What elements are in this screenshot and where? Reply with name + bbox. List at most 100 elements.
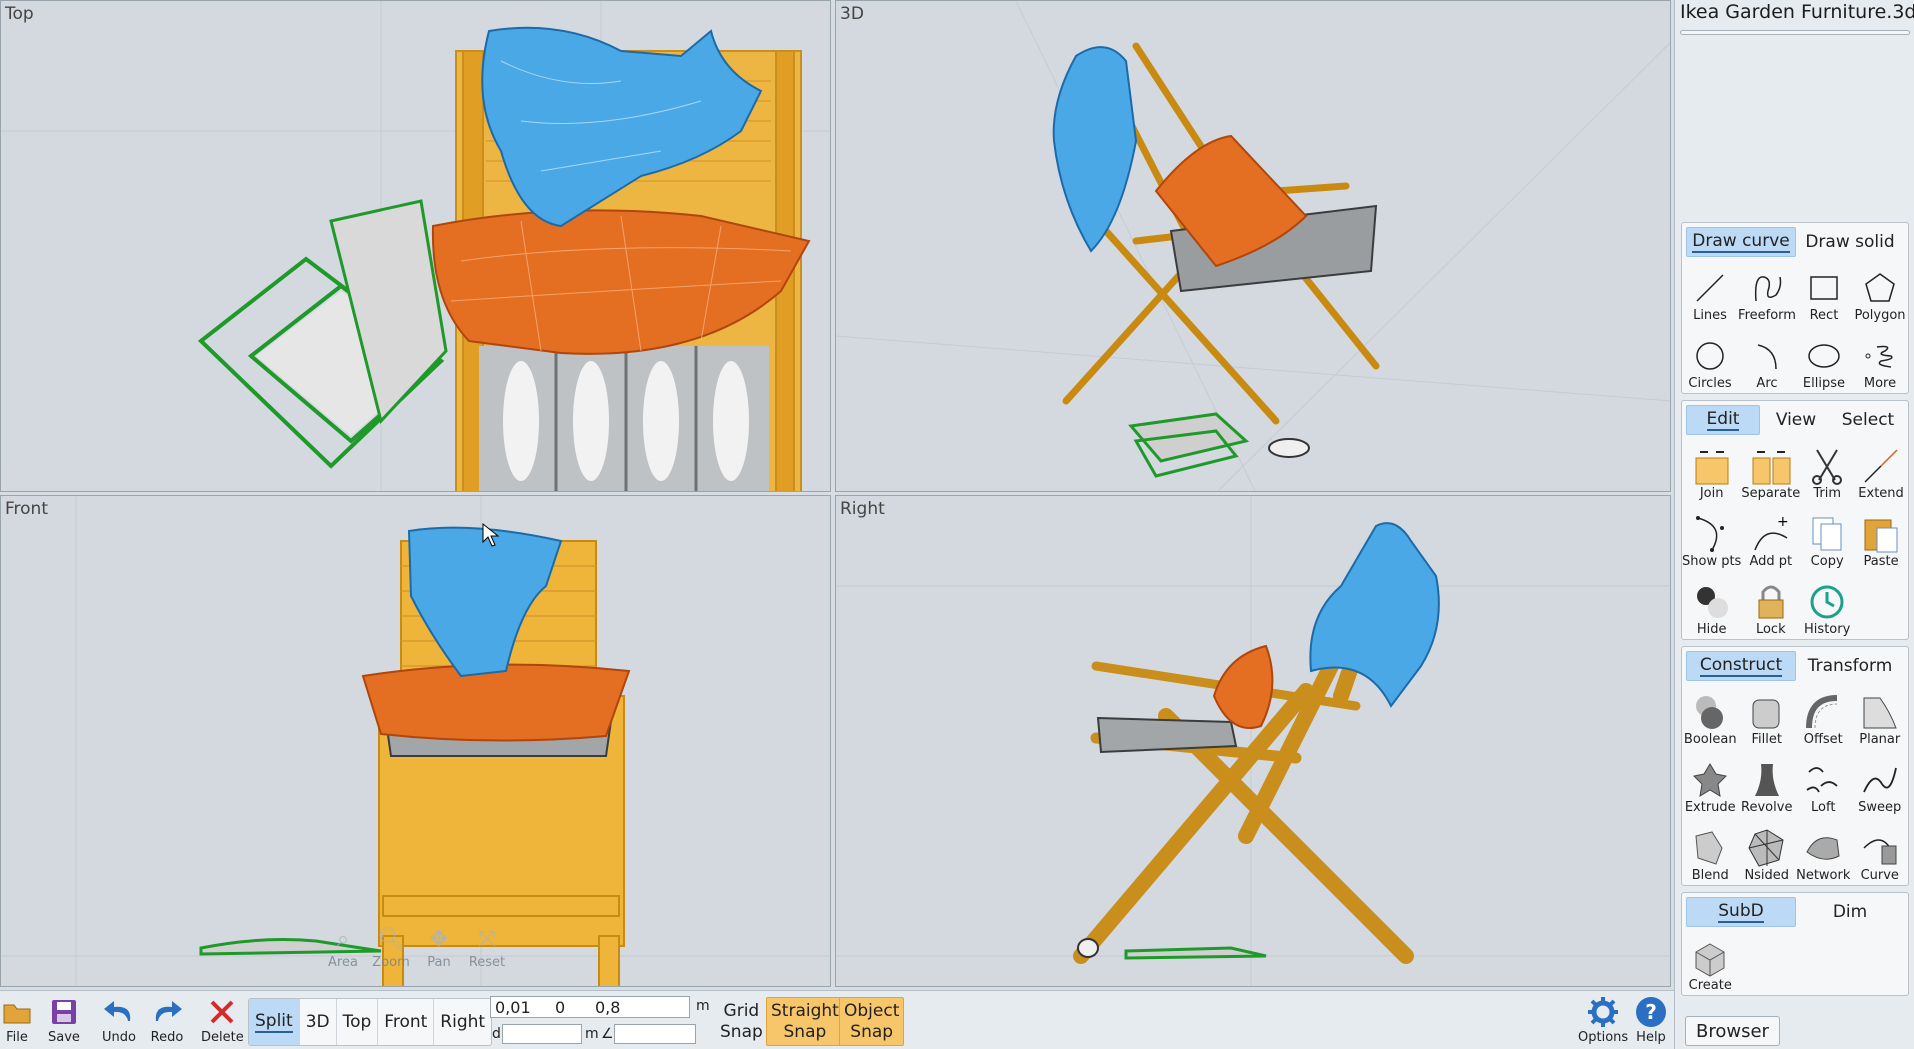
extrude-tool[interactable]: Extrude: [1682, 751, 1739, 819]
folder-icon: [3, 1004, 31, 1024]
redo-button[interactable]: Redo: [150, 994, 184, 1045]
book-3d: [1128, 412, 1250, 478]
viewport-top[interactable]: Top: [0, 0, 831, 492]
hide-spheres-icon: [1696, 587, 1728, 618]
create-subd-tool[interactable]: Create: [1682, 929, 1739, 997]
polygon-tool[interactable]: Polygon: [1852, 259, 1908, 327]
network-tool[interactable]: Network: [1795, 819, 1852, 887]
join-tool[interactable]: Join: [1682, 437, 1741, 505]
tab-select[interactable]: Select: [1832, 405, 1904, 435]
gear-icon: [1588, 997, 1619, 1027]
tab-draw-solid[interactable]: Draw solid: [1796, 227, 1904, 257]
file-button[interactable]: File: [2, 994, 32, 1045]
right-view-scene: [836, 496, 1670, 986]
copy-icon: [1812, 517, 1842, 551]
add-pt-tool[interactable]: + Add pt: [1741, 505, 1800, 573]
tab-construct[interactable]: Construct: [1686, 651, 1796, 681]
tab-split[interactable]: Split: [249, 999, 300, 1045]
tab-top[interactable]: Top: [337, 999, 379, 1045]
history-tool[interactable]: History: [1800, 573, 1854, 641]
sweep-icon: [1862, 767, 1897, 793]
save-button[interactable]: Save: [48, 994, 80, 1045]
nav-pan[interactable]: ✥ Pan: [418, 925, 460, 970]
tab-3d[interactable]: 3D: [300, 999, 337, 1045]
separate-tool[interactable]: Separate: [1741, 437, 1800, 505]
boolean-tool[interactable]: Boolean: [1682, 683, 1739, 751]
show-pts-tool[interactable]: Show pts: [1682, 505, 1741, 573]
blend-tool[interactable]: Blend: [1682, 819, 1739, 887]
object-snap-toggle[interactable]: Object Snap: [839, 997, 905, 1046]
curve-tool[interactable]: Curve: [1852, 819, 1909, 887]
title-scrollbar[interactable]: [1680, 30, 1910, 35]
tab-draw-curve[interactable]: Draw curve: [1686, 227, 1796, 257]
circles-tool[interactable]: Circles: [1682, 327, 1738, 395]
more-tool[interactable]: More: [1852, 327, 1908, 395]
copy-tool[interactable]: Copy: [1800, 505, 1854, 573]
view-layout-tabs: Split 3D Top Front Right: [248, 998, 493, 1046]
front-view-scene: [1, 496, 830, 986]
freeform-tool[interactable]: Freeform: [1738, 259, 1796, 327]
planar-icon: [1863, 697, 1897, 729]
options-button[interactable]: Options: [1578, 994, 1628, 1045]
fillet-tool[interactable]: Fillet: [1739, 683, 1796, 751]
tab-view[interactable]: View: [1760, 405, 1832, 435]
nsided-icon: [1748, 829, 1784, 867]
coord-unit: m: [696, 998, 710, 1014]
grid-snap-toggle[interactable]: Grid Snap: [716, 997, 767, 1046]
ellipse-tool[interactable]: Ellipse: [1796, 327, 1852, 395]
rect-tool[interactable]: Rect: [1796, 259, 1852, 327]
svg-text:+: +: [1777, 514, 1789, 530]
help-question-icon: ?: [1636, 997, 1666, 1027]
tab-edit[interactable]: Edit: [1686, 405, 1760, 435]
network-icon: [1806, 837, 1840, 860]
angle-field[interactable]: [614, 1024, 696, 1044]
undo-button[interactable]: Undo: [102, 994, 136, 1045]
tab-front[interactable]: Front: [378, 999, 435, 1045]
draw-group: Draw curve Draw solid Lines Freeform Rec…: [1681, 222, 1909, 394]
paste-tool[interactable]: Paste: [1854, 505, 1908, 573]
viewport-3d[interactable]: 3D: [835, 0, 1671, 492]
lock-icon: [1758, 585, 1784, 619]
hide-tool[interactable]: Hide: [1682, 573, 1741, 641]
subd-cube-icon: [1695, 943, 1725, 977]
revolve-tool[interactable]: Revolve: [1739, 751, 1796, 819]
lock-tool[interactable]: Lock: [1741, 573, 1800, 641]
tab-dim[interactable]: Dim: [1796, 897, 1904, 927]
zoom-icon: 🔍︎: [377, 927, 405, 952]
reset-view-icon: ⤧: [478, 927, 496, 952]
straight-snap-toggle[interactable]: Straight Snap: [766, 997, 844, 1046]
viewport-front[interactable]: Front: [0, 495, 831, 987]
extend-tool[interactable]: Extend: [1854, 437, 1908, 505]
distance-field[interactable]: [502, 1024, 582, 1044]
scissors-icon: [1812, 449, 1843, 485]
svg-text:?: ?: [1645, 1000, 1657, 1024]
nav-reset[interactable]: ⤧ Reset: [466, 925, 508, 970]
viewport-label-right: Right: [840, 499, 885, 519]
tab-transform[interactable]: Transform: [1796, 651, 1904, 681]
planar-tool[interactable]: Planar: [1852, 683, 1909, 751]
tab-subd[interactable]: SubD: [1686, 897, 1796, 927]
nav-zoom[interactable]: 🔍︎ Zoom: [370, 925, 412, 970]
loft-tool[interactable]: Loft: [1795, 751, 1852, 819]
line-icon: [1696, 274, 1724, 302]
cup-3d: [1268, 438, 1310, 458]
navigation-controls: ⌕ Area 🔍︎ Zoom ✥ Pan ⤧ Reset: [322, 925, 508, 970]
back-cushion-right: [1212, 644, 1274, 729]
arc-tool[interactable]: Arc: [1738, 327, 1796, 395]
offset-tool[interactable]: Offset: [1795, 683, 1852, 751]
lines-tool[interactable]: Lines: [1682, 259, 1738, 327]
nav-area[interactable]: ⌕ Area: [322, 925, 364, 970]
help-button[interactable]: ? Help: [1634, 994, 1668, 1045]
trim-tool[interactable]: Trim: [1800, 437, 1854, 505]
coord-y: 0: [555, 997, 566, 1017]
magnify-area-icon: ⌕: [336, 927, 350, 952]
pan-arrows-icon: ✥: [429, 927, 449, 952]
sweep-tool[interactable]: Sweep: [1852, 751, 1909, 819]
coordinate-input[interactable]: 0,01 0 0,8: [490, 996, 690, 1018]
delete-button[interactable]: Delete: [201, 994, 244, 1045]
tab-right[interactable]: Right: [434, 999, 491, 1045]
viewport-right[interactable]: Right: [835, 495, 1671, 987]
browser-button[interactable]: Browser: [1685, 1016, 1780, 1046]
revolve-icon: [1754, 764, 1779, 796]
nsided-tool[interactable]: Nsided: [1739, 819, 1796, 887]
